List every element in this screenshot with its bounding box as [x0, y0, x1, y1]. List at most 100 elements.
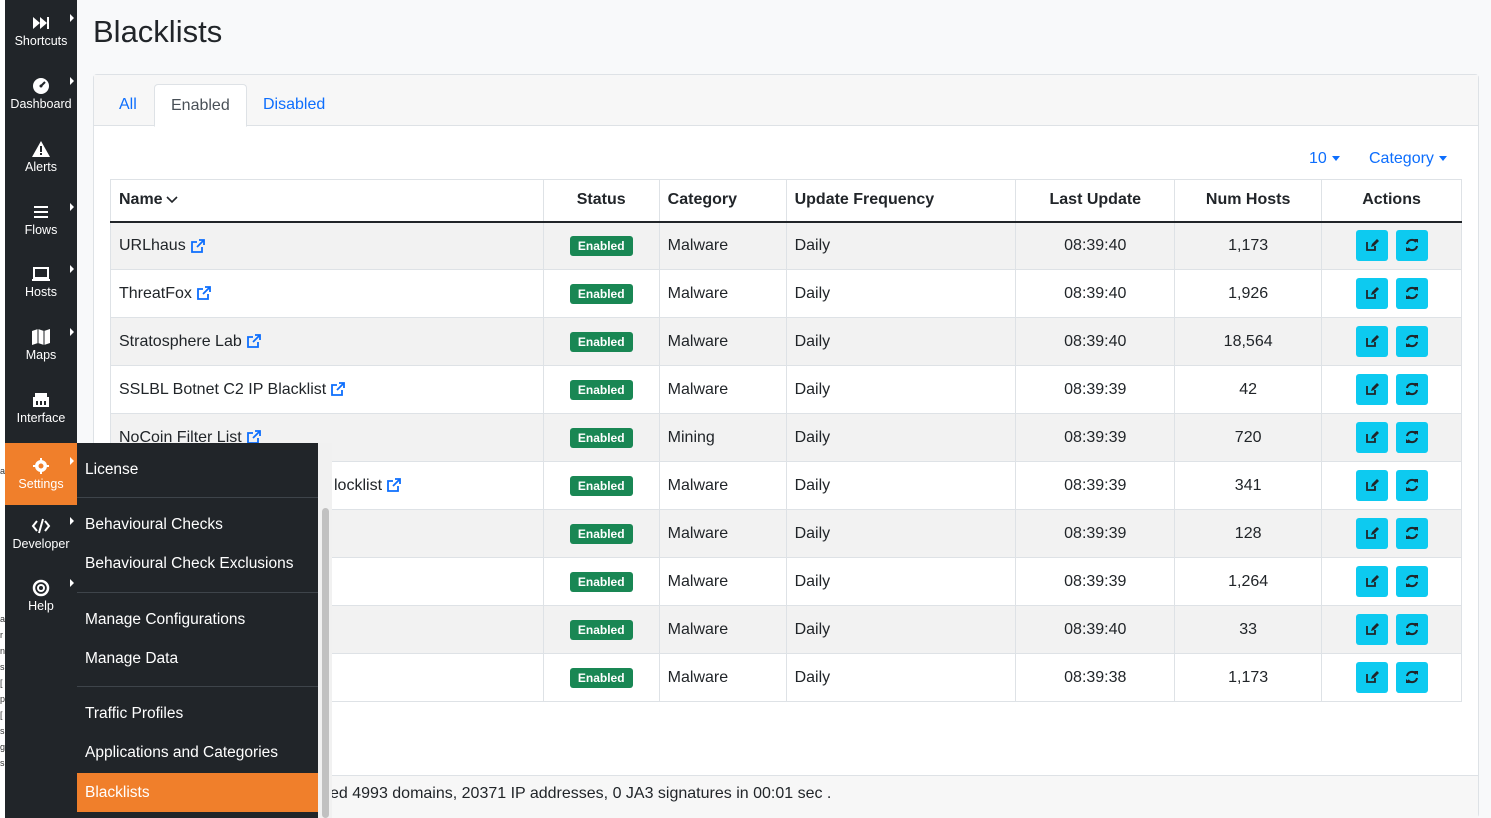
category-dropdown[interactable]: Category: [1369, 150, 1447, 168]
edit-button[interactable]: [1355, 326, 1388, 357]
column-header-num-hosts[interactable]: Num Hosts: [1174, 179, 1323, 223]
sidebar-item-interface[interactable]: Interface: [5, 377, 77, 439]
reload-button[interactable]: [1395, 566, 1428, 597]
submenu-item-behavioural-check-exclusions[interactable]: Behavioural Check Exclusions: [77, 544, 318, 583]
cell-status: Enabled: [543, 221, 660, 270]
edit-button[interactable]: [1355, 614, 1388, 645]
tab-all[interactable]: All: [103, 84, 153, 126]
sidebar-item-label: Dashboard: [10, 97, 72, 111]
reload-button[interactable]: [1395, 278, 1428, 309]
column-header-name[interactable]: Name: [110, 179, 544, 223]
column-header-category[interactable]: Category: [659, 179, 787, 223]
column-header-label: Name: [119, 191, 163, 209]
external-link-icon[interactable]: [386, 477, 402, 493]
cell-category: Malware: [659, 653, 787, 702]
submenu-item-manage-configurations[interactable]: Manage Configurations: [77, 600, 318, 639]
code-icon: [31, 518, 51, 534]
cell-status: Enabled: [543, 653, 660, 702]
gear-icon: [33, 458, 49, 474]
cell-status: Enabled: [543, 269, 660, 318]
page-size-dropdown[interactable]: 10: [1309, 150, 1340, 168]
network-icon: [33, 393, 49, 407]
sidebar-item-dashboard[interactable]: Dashboard: [5, 63, 77, 125]
settings-submenu: License Behavioural Checks Behavioural C…: [77, 443, 318, 818]
cell-status: Enabled: [543, 509, 660, 558]
cell-actions: [1321, 605, 1462, 654]
edit-button[interactable]: [1355, 230, 1388, 262]
submenu-scrollbar-thumb[interactable]: [322, 508, 329, 818]
blacklist-name: URLhaus: [119, 236, 186, 254]
sidebar-item-hosts[interactable]: Hosts: [5, 251, 77, 313]
reload-button[interactable]: [1395, 614, 1428, 645]
sidebar-item-shortcuts[interactable]: Shortcuts: [5, 0, 77, 62]
sidebar-item-maps[interactable]: Maps: [5, 314, 77, 376]
edit-icon: [1365, 479, 1379, 491]
cell-last-update: 08:39:40: [1015, 221, 1176, 270]
map-icon: [32, 329, 50, 345]
sidebar-item-help[interactable]: Help: [5, 565, 77, 627]
submenu-item-manage-data[interactable]: Manage Data: [77, 639, 318, 678]
laptop-icon: [32, 267, 50, 281]
reload-button[interactable]: [1395, 662, 1428, 693]
cell-last-update: 08:39:39: [1015, 461, 1176, 510]
tab-disabled[interactable]: Disabled: [247, 84, 341, 126]
edit-icon: [1365, 575, 1379, 587]
cell-actions: [1321, 509, 1462, 558]
submenu-item-applications-and-categories[interactable]: Applications and Categories: [77, 733, 318, 772]
table-row: SSLBL Botnet C2 IP Blacklist Enabled Mal…: [110, 365, 1462, 414]
cell-name: ThreatFox: [110, 269, 544, 318]
refresh-icon: [1405, 478, 1418, 492]
caret-right-icon: [70, 265, 74, 273]
cell-last-update: 08:39:39: [1015, 413, 1176, 462]
cell-status: Enabled: [543, 557, 660, 606]
cell-num-hosts: 341: [1174, 461, 1323, 510]
reload-button[interactable]: [1395, 230, 1428, 262]
cell-actions: [1321, 653, 1462, 702]
status-badge: Enabled: [569, 667, 633, 688]
sidebar-item-label: Help: [28, 599, 54, 613]
edit-button[interactable]: [1355, 662, 1388, 693]
external-link-icon[interactable]: [190, 238, 206, 254]
column-header-update-frequency[interactable]: Update Frequency: [786, 179, 1017, 223]
reload-button[interactable]: [1395, 422, 1428, 453]
external-link-icon[interactable]: [196, 285, 212, 301]
submenu-item-blacklists[interactable]: Blacklists: [77, 773, 318, 812]
sidebar-item-developer[interactable]: Developer: [5, 503, 77, 565]
edit-button[interactable]: [1355, 518, 1388, 549]
tab-enabled[interactable]: Enabled: [154, 84, 247, 127]
submenu-item-behavioural-checks[interactable]: Behavioural Checks: [77, 505, 318, 544]
footer-status-text: ed 4993 domains, 20371 IP addresses, 0 J…: [330, 785, 832, 802]
sidebar-item-settings[interactable]: Settings: [5, 443, 77, 505]
cell-update-frequency: Daily: [786, 461, 1017, 510]
cell-category: Mining: [659, 413, 787, 462]
refresh-icon: [1405, 670, 1418, 684]
caret-right-icon: [70, 14, 74, 22]
external-link-icon[interactable]: [246, 333, 262, 349]
column-header-last-update[interactable]: Last Update: [1015, 179, 1176, 223]
column-header-status[interactable]: Status: [543, 179, 660, 223]
edit-icon: [1365, 383, 1379, 395]
sidebar-item-alerts[interactable]: Alerts: [5, 126, 77, 188]
sidebar-item-flows[interactable]: Flows: [5, 189, 77, 251]
cell-num-hosts: 1,173: [1174, 653, 1323, 702]
cell-last-update: 08:39:38: [1015, 653, 1176, 702]
blacklist-name: ThreatFox: [119, 284, 192, 302]
edit-button[interactable]: [1355, 278, 1388, 309]
edit-button[interactable]: [1355, 422, 1388, 453]
cell-update-frequency: Daily: [786, 413, 1017, 462]
reload-button[interactable]: [1395, 326, 1428, 357]
submenu-item-traffic-profiles[interactable]: Traffic Profiles: [77, 694, 318, 733]
edit-button[interactable]: [1355, 566, 1388, 597]
edit-button[interactable]: [1355, 470, 1388, 501]
submenu-item-license[interactable]: License: [77, 443, 318, 497]
reload-button[interactable]: [1395, 470, 1428, 501]
external-link-icon[interactable]: [330, 381, 346, 397]
cell-status: Enabled: [543, 317, 660, 366]
cell-num-hosts: 1,173: [1174, 221, 1323, 270]
sidebar-item-label: Interface: [16, 411, 66, 425]
edit-button[interactable]: [1355, 374, 1388, 405]
reload-button[interactable]: [1395, 374, 1428, 405]
reload-button[interactable]: [1395, 518, 1428, 549]
status-badge: Enabled: [569, 283, 633, 304]
status-badge: Enabled: [569, 571, 633, 592]
